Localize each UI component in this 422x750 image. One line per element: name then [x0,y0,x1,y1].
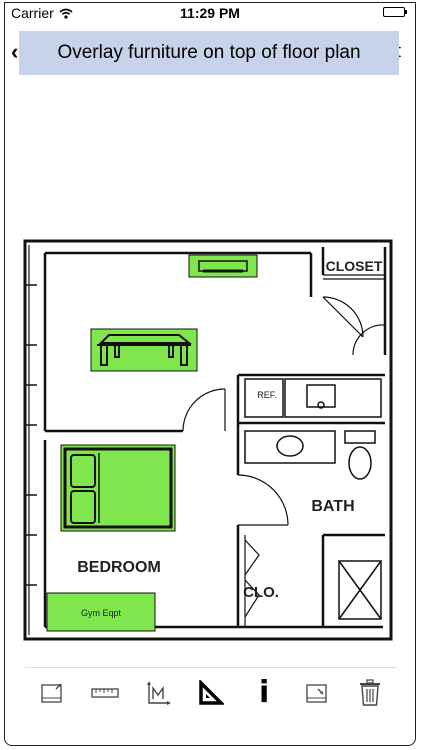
back-chevron-icon[interactable]: ‹ [11,39,18,65]
furniture-table[interactable] [90,328,198,372]
gym-equipment-label: Gym Eqpt [81,608,122,618]
closet-shelf [244,274,385,627]
add-furniture-button[interactable] [35,676,69,710]
furniture-tv[interactable] [188,254,258,278]
measure-area-icon [146,681,171,705]
clock: 11:29 PM [180,5,240,21]
room-label-ref: REF. [257,390,277,400]
info-button[interactable]: i [247,676,281,710]
set-square-button[interactable] [194,676,228,710]
ruler-button[interactable] [88,676,122,710]
furniture-bed[interactable] [60,444,176,532]
room-label-bedroom: BEDROOM [77,559,161,576]
window-marks [25,284,37,586]
floor-plan[interactable]: CLOSET REF. BATH BEDROOM CLO. Gym Eqpt [23,235,395,645]
bottom-toolbar: i [25,667,397,718]
battery-icon [383,7,407,17]
info-icon: i [258,675,270,710]
edit-furniture-button[interactable] [300,676,334,710]
add-furniture-icon [40,683,62,703]
outer-wall [23,239,393,641]
room-label-closet: CLOSET [326,258,383,274]
door-swings [182,296,386,618]
trash-button[interactable] [353,676,387,710]
caption-banner: Overlay furniture on top of floor plan [19,31,399,75]
room-label-clo: CLO. [243,584,279,601]
room-label-bath: BATH [311,498,354,515]
edit-furniture-icon [306,684,327,703]
furniture-gym-equipment[interactable]: Gym Eqpt [46,592,156,632]
trash-icon [360,679,381,706]
ruler-icon [91,688,119,698]
set-square-icon [199,680,224,705]
measure-area-button[interactable] [141,676,175,710]
status-bar: Carrier 11:29 PM [5,3,415,23]
app-screen: Carrier 11:29 PM ‹ t Overlay furniture o… [4,2,416,746]
